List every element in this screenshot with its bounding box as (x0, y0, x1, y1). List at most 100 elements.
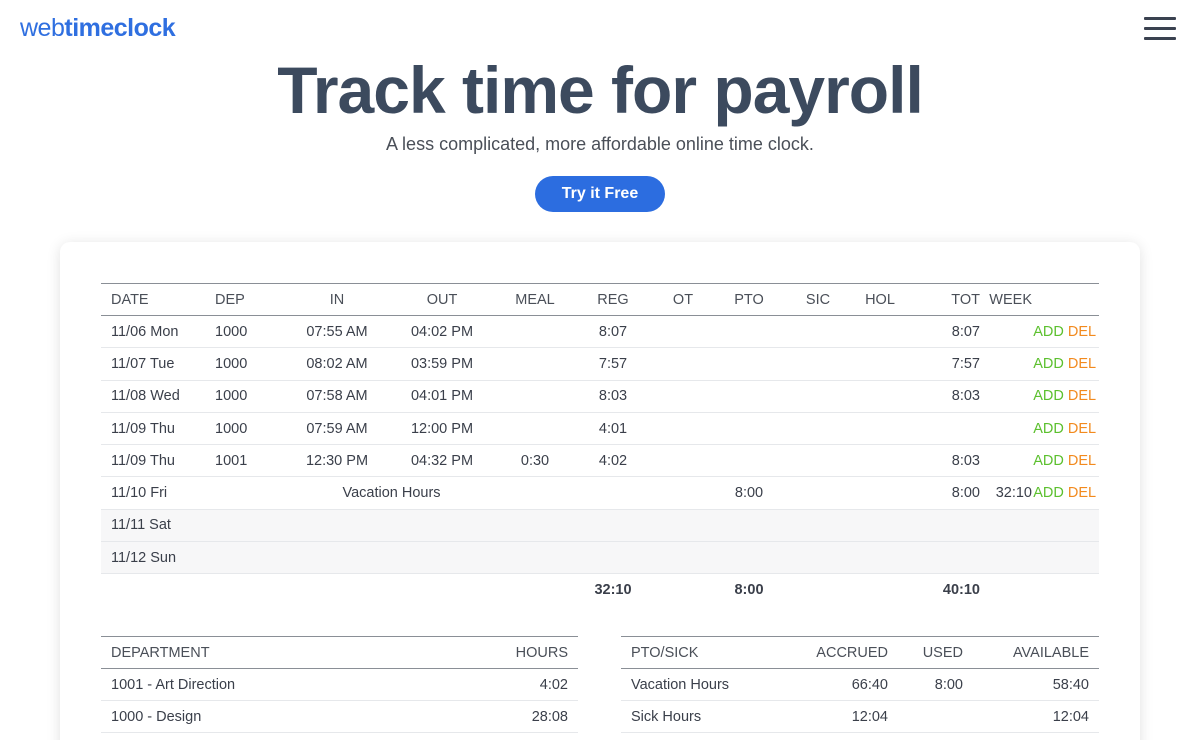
cell-week (980, 380, 1032, 412)
cell-sic (780, 445, 856, 477)
cell-meal (492, 380, 578, 412)
total-pto: 8:00 (734, 582, 764, 599)
cell-tot: 8:00 (951, 485, 980, 502)
add-link[interactable]: ADD (1032, 316, 1065, 348)
cell-tot: 8:03 (951, 388, 980, 405)
cell-sic (780, 316, 856, 348)
cell-reg: 8:03 (598, 388, 628, 405)
cell-week (980, 348, 1032, 380)
table-row: 11/07 Tue 1000 08:02 AM 03:59 PM 7:57 7:… (101, 348, 1099, 381)
table-row: Vacation Hours 66:40 8:00 58:40 (621, 669, 1099, 701)
add-link[interactable]: ADD (1032, 477, 1065, 509)
cell-in: 07:58 AM (306, 388, 368, 405)
col-header-available: AVAILABLE (1012, 644, 1089, 661)
timesheet-table: DATE DEP IN OUT MEAL REG OT PTO SIC HOL … (101, 283, 1099, 606)
del-link[interactable]: DEL (1065, 380, 1099, 412)
col-header-reg: REG (597, 291, 629, 308)
del-link[interactable]: DEL (1065, 477, 1099, 509)
cell-week (980, 316, 1032, 348)
table-row: 1000 - Design 28:08 (101, 701, 578, 733)
cell-pto (718, 316, 780, 348)
cell-hol (856, 445, 904, 477)
cell-tot: 8:03 (951, 452, 980, 469)
logo-text-thin: web (20, 14, 65, 42)
cell-date: 11/11 Sat (111, 517, 171, 534)
cell-accrued: 66:40 (851, 676, 888, 693)
cell-used: 8:00 (934, 676, 963, 693)
cell-out: 03:59 PM (410, 355, 474, 372)
top-bar: webtimeclock (0, 0, 1200, 60)
col-header-add (1032, 284, 1065, 316)
cell-date: 11/12 Sun (111, 549, 177, 566)
cell-hol (856, 380, 904, 412)
totals-spacer (980, 574, 1099, 606)
del-link[interactable]: DEL (1065, 316, 1099, 348)
cell-in: 08:02 AM (306, 355, 368, 372)
cell-vacation-note: Vacation Hours (342, 485, 441, 502)
pto-sick-table: PTO/SICK ACCRUED USED AVAILABLE Vacation… (621, 636, 1099, 733)
col-header-in: IN (329, 291, 345, 308)
totals-spacer (648, 574, 718, 606)
col-header-used: USED (922, 644, 963, 661)
add-link[interactable]: ADD (1032, 412, 1065, 444)
cell-department: 1001 - Art Direction (111, 676, 236, 693)
cell-ot (648, 348, 718, 380)
table-row: 11/11 Sat (101, 509, 1099, 542)
cell-out: 04:32 PM (410, 452, 474, 469)
col-header-week: WEEK (989, 291, 1032, 308)
logo-link[interactable]: webtimeclock (20, 14, 176, 43)
cell-in: 12:30 PM (305, 452, 369, 469)
cell-sic (780, 477, 856, 509)
table-row: 1001 - Art Direction 4:02 (101, 669, 578, 701)
add-link[interactable]: ADD (1032, 348, 1065, 380)
cell-date: 11/07 Tue (111, 355, 175, 372)
cell-sic (780, 380, 856, 412)
cell-used (898, 701, 973, 733)
cell-tot: 8:07 (951, 323, 980, 340)
total-tot: 40:10 (942, 582, 980, 599)
cell-in: 07:59 AM (306, 420, 368, 437)
add-link[interactable]: ADD (1032, 380, 1065, 412)
table-row: Sick Hours 12:04 12:04 (621, 701, 1099, 733)
del-link[interactable]: DEL (1065, 445, 1099, 477)
table-row: 11/06 Mon 1000 07:55 AM 04:02 PM 8:07 8:… (101, 316, 1099, 348)
cell-out: 04:02 PM (410, 323, 474, 340)
cell-pto (718, 445, 780, 477)
timesheet-totals-row: 32:10 8:00 40:10 (101, 574, 1099, 606)
add-link[interactable]: ADD (1032, 445, 1065, 477)
cell-reg: 4:02 (598, 452, 628, 469)
cell-date: 11/06 Mon (111, 323, 179, 340)
hero-title: Track time for payroll (277, 53, 924, 127)
col-header-out: OUT (426, 291, 458, 308)
cell-accrued: 12:04 (851, 708, 888, 725)
cell-dep: 1000 (215, 388, 248, 405)
cell-pto (718, 348, 780, 380)
hero-subtitle: A less complicated, more affordable onli… (386, 134, 814, 154)
cell-hol (856, 412, 904, 444)
cell-tot: 7:57 (951, 355, 980, 372)
del-link[interactable]: DEL (1065, 412, 1099, 444)
pto-sick-header-row: PTO/SICK ACCRUED USED AVAILABLE (621, 636, 1099, 669)
cell-hol (856, 348, 904, 380)
cell-dep: 1000 (215, 420, 248, 437)
col-header-tot: TOT (951, 291, 980, 308)
cell-ot (648, 412, 718, 444)
cell-in: 07:55 AM (306, 323, 368, 340)
cell-dep: 1000 (215, 323, 248, 340)
col-header-hol: HOL (865, 291, 895, 308)
cell-week (980, 412, 1032, 444)
hamburger-menu-icon[interactable] (1144, 17, 1178, 43)
cell-empty (205, 509, 1099, 541)
col-header-department: DEPARTMENT (111, 644, 210, 661)
logo-text-bold: timeclock (64, 14, 176, 42)
try-it-free-button[interactable]: Try it Free (535, 176, 665, 212)
cell-available: 12:04 (1052, 708, 1089, 725)
table-row: 11/12 Sun (101, 541, 1099, 574)
cell-dep: 1001 (215, 452, 248, 469)
cell-tot (904, 412, 980, 444)
cell-available: 58:40 (1052, 676, 1089, 693)
cell-reg: 7:57 (598, 355, 628, 372)
cell-dep: 1000 (215, 355, 248, 372)
del-link[interactable]: DEL (1065, 348, 1099, 380)
cell-hours: 28:08 (531, 708, 568, 725)
